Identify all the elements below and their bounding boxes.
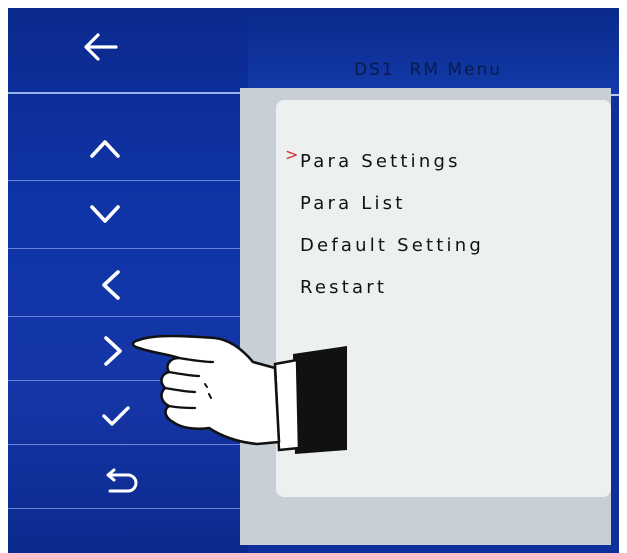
divider: [8, 316, 240, 317]
arrow-left-icon: [84, 33, 118, 61]
left-button[interactable]: [8, 252, 248, 316]
return-icon: [106, 468, 138, 493]
divider: [8, 508, 240, 509]
menu-header: DS1 RM Menu: [248, 8, 619, 96]
menu-item-restart[interactable]: Restart: [300, 277, 387, 298]
chevron-left-icon: [102, 270, 120, 300]
pointing-hand-icon: [131, 334, 347, 454]
selection-cursor: >: [285, 145, 299, 164]
chevron-up-icon: [90, 140, 120, 158]
chevron-down-icon: [90, 205, 120, 223]
menu-item-default-setting[interactable]: Default Setting: [300, 235, 484, 256]
page-title: DS1 RM Menu: [354, 60, 503, 80]
divider: [8, 92, 248, 94]
menu-item-para-settings[interactable]: Para Settings: [300, 151, 461, 172]
down-button[interactable]: [8, 184, 248, 248]
side-navigation: [8, 8, 248, 553]
divider: [8, 180, 240, 181]
chevron-right-icon: [104, 336, 122, 366]
divider: [8, 248, 240, 249]
menu-item-para-list[interactable]: Para List: [300, 193, 406, 214]
up-button[interactable]: [8, 116, 248, 180]
back-button[interactable]: [8, 8, 248, 92]
